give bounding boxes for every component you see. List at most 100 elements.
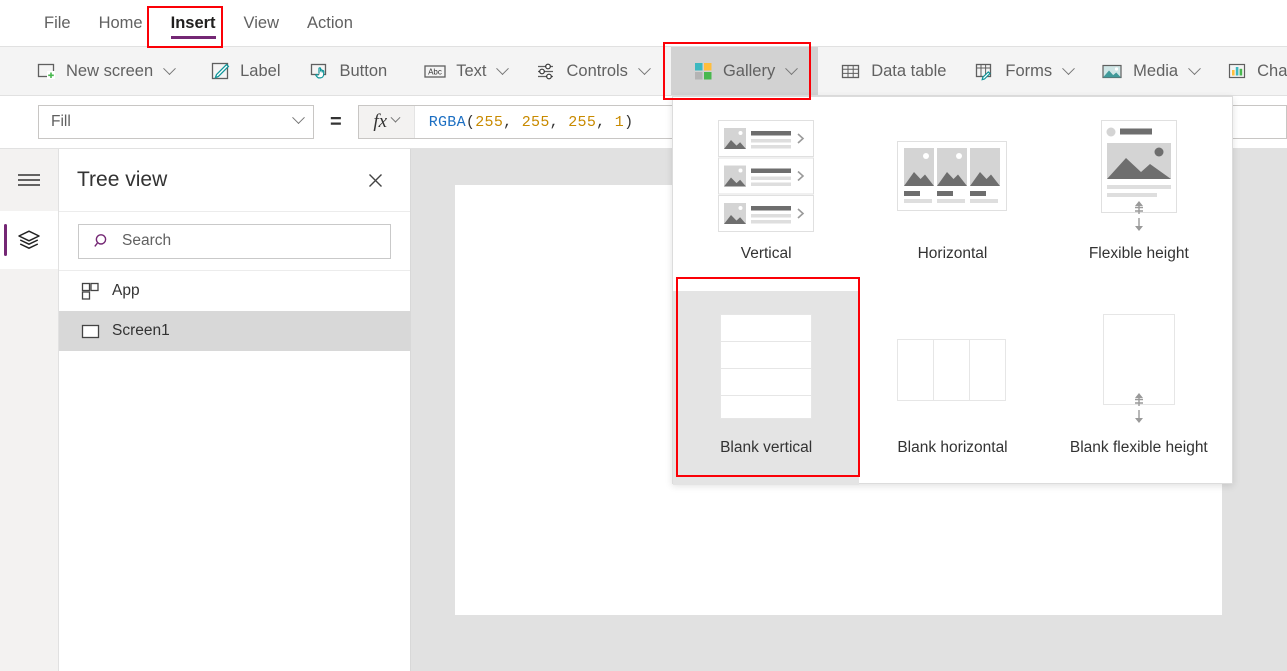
search-icon	[93, 232, 112, 251]
toolbar-button-label: Data table	[871, 61, 947, 80]
blank-horizontal-thumb	[897, 309, 1007, 431]
toolbar-button-button[interactable]: Button	[295, 47, 402, 95]
toolbar-button-text[interactable]: Abc Text	[409, 47, 521, 95]
tree-item-app[interactable]: App	[59, 271, 410, 311]
equals-sign: =	[330, 110, 342, 133]
toolbar-button-controls[interactable]: Controls	[521, 47, 662, 95]
menu-bar: File Home Insert View Action	[0, 0, 1287, 47]
search-placeholder: Search	[122, 232, 172, 249]
gallery-option-label: Horizontal	[917, 245, 988, 262]
power-apps-studio: File Home Insert View Action New screen …	[0, 0, 1287, 671]
gallery-option-blank-horizontal[interactable]: Blank horizontal	[859, 291, 1045, 485]
chevron-down-icon	[292, 110, 305, 124]
formula-token: ,	[596, 113, 615, 131]
formula-token: RGBA	[428, 113, 466, 131]
gallery-icon	[693, 61, 714, 82]
svg-text:Abc: Abc	[428, 67, 442, 76]
gallery-option-vertical[interactable]: Vertical	[673, 97, 859, 291]
formula-token: ,	[503, 113, 522, 131]
toolbar-button-data-table[interactable]: Data table	[826, 47, 960, 95]
gallery-option-label: Blank flexible height	[1069, 439, 1208, 456]
toolbar-button-gallery[interactable]: Gallery	[670, 47, 819, 95]
gallery-option-label: Flexible height	[1088, 245, 1189, 262]
formula-token: 255	[475, 113, 504, 131]
flexible-height-thumb	[1089, 115, 1189, 237]
app-icon	[81, 282, 100, 301]
formula-token: ,	[549, 113, 569, 131]
gallery-option-blank-vertical[interactable]: Blank vertical	[673, 291, 860, 485]
gallery-option-horizontal[interactable]: Horizontal	[859, 97, 1045, 291]
controls-icon	[535, 61, 557, 82]
toolbar-button-label: Forms	[1005, 61, 1053, 80]
new-screen-icon	[36, 61, 57, 82]
left-rail	[0, 149, 59, 671]
chevron-down-icon	[496, 61, 510, 75]
toolbar-button-label: Text	[456, 61, 487, 80]
text-abc-icon: Abc	[423, 61, 447, 82]
blank-vertical-thumb	[720, 309, 813, 431]
toolbar-button-label: New screen	[66, 61, 154, 80]
toolbar-button-charts[interactable]: Char	[1213, 47, 1287, 95]
tree-item-label: Screen1	[112, 322, 170, 339]
screen-icon	[81, 322, 100, 341]
charts-icon	[1227, 61, 1248, 82]
formula-token: (	[465, 113, 476, 131]
toolbar-button-new-screen[interactable]: New screen	[22, 47, 188, 95]
hamburger-menu-button[interactable]	[0, 149, 58, 211]
media-icon	[1101, 61, 1124, 82]
rail-item-tree-view[interactable]	[0, 211, 58, 269]
gallery-option-blank-flexible-height[interactable]: Blank flexible height	[1046, 291, 1232, 485]
page-title: Tree view	[77, 168, 168, 191]
chevron-down-icon	[390, 112, 401, 123]
formula-input[interactable]: RGBA(255, 255, 255, 1)	[415, 106, 634, 138]
toolbar-button-forms[interactable]: Forms	[960, 47, 1087, 95]
forms-icon	[974, 61, 996, 82]
toolbar-button-label: Media	[1133, 61, 1179, 80]
menu-item-file[interactable]: File	[30, 0, 85, 46]
blank-flexible-height-thumb	[1089, 309, 1189, 431]
tree-view-panel: Tree view Search App Screen1	[59, 149, 411, 671]
gallery-option-label: Blank horizontal	[897, 439, 1008, 456]
gallery-flyout-panel: Vertical Horizontal Flexible height Blan…	[672, 96, 1233, 485]
formula-token: 255	[568, 113, 597, 131]
tree-item-label: App	[112, 282, 140, 299]
tree-item-screen1[interactable]: Screen1	[59, 311, 410, 351]
menu-item-label: View	[243, 14, 280, 32]
toolbar-button-media[interactable]: Media	[1087, 47, 1213, 95]
gallery-option-flexible-height[interactable]: Flexible height	[1046, 97, 1232, 291]
menu-item-action[interactable]: Action	[293, 0, 367, 46]
search-input[interactable]: Search	[78, 223, 391, 259]
layers-icon	[16, 227, 42, 253]
tree-view-search-row: Search	[59, 212, 410, 271]
fx-button[interactable]: fx	[358, 106, 415, 138]
button-icon	[309, 61, 331, 82]
property-select[interactable]: Fill	[38, 105, 314, 139]
close-icon[interactable]	[362, 167, 388, 193]
menu-item-label: Insert	[170, 14, 216, 32]
fx-label: fx	[373, 111, 388, 132]
active-tab-underline	[170, 36, 216, 39]
toolbar-button-label: Controls	[566, 61, 628, 80]
formula-token: 255	[521, 113, 550, 131]
toolbar-button-label-text: Label	[240, 61, 281, 80]
toolbar-button-label: Char	[1257, 61, 1287, 80]
menu-item-home[interactable]: Home	[85, 0, 157, 46]
data-table-icon	[840, 61, 862, 82]
gallery-flyout-row-2: Blank vertical Blank horizontal Blank fl…	[673, 291, 1232, 485]
horizontal-gallery-thumb	[897, 115, 1008, 237]
toolbar-button-label[interactable]: Label	[196, 47, 294, 95]
toolbar-button-label: Button	[339, 61, 388, 80]
hamburger-icon	[16, 171, 42, 189]
chevron-down-icon	[163, 61, 176, 75]
menu-item-label: Home	[98, 14, 143, 32]
chevron-down-icon	[785, 61, 799, 75]
insert-toolbar: New screen Label Button Abc Text Control…	[0, 47, 1287, 96]
menu-item-view[interactable]: View	[230, 0, 293, 46]
vertical-gallery-thumb	[718, 115, 815, 237]
gallery-flyout-row-1: Vertical Horizontal Flexible height	[673, 97, 1232, 291]
label-icon	[210, 61, 231, 82]
chevron-down-icon	[638, 61, 651, 75]
property-select-value: Fill	[51, 113, 71, 130]
chevron-down-icon	[1062, 61, 1076, 75]
menu-item-insert[interactable]: Insert	[157, 0, 230, 46]
